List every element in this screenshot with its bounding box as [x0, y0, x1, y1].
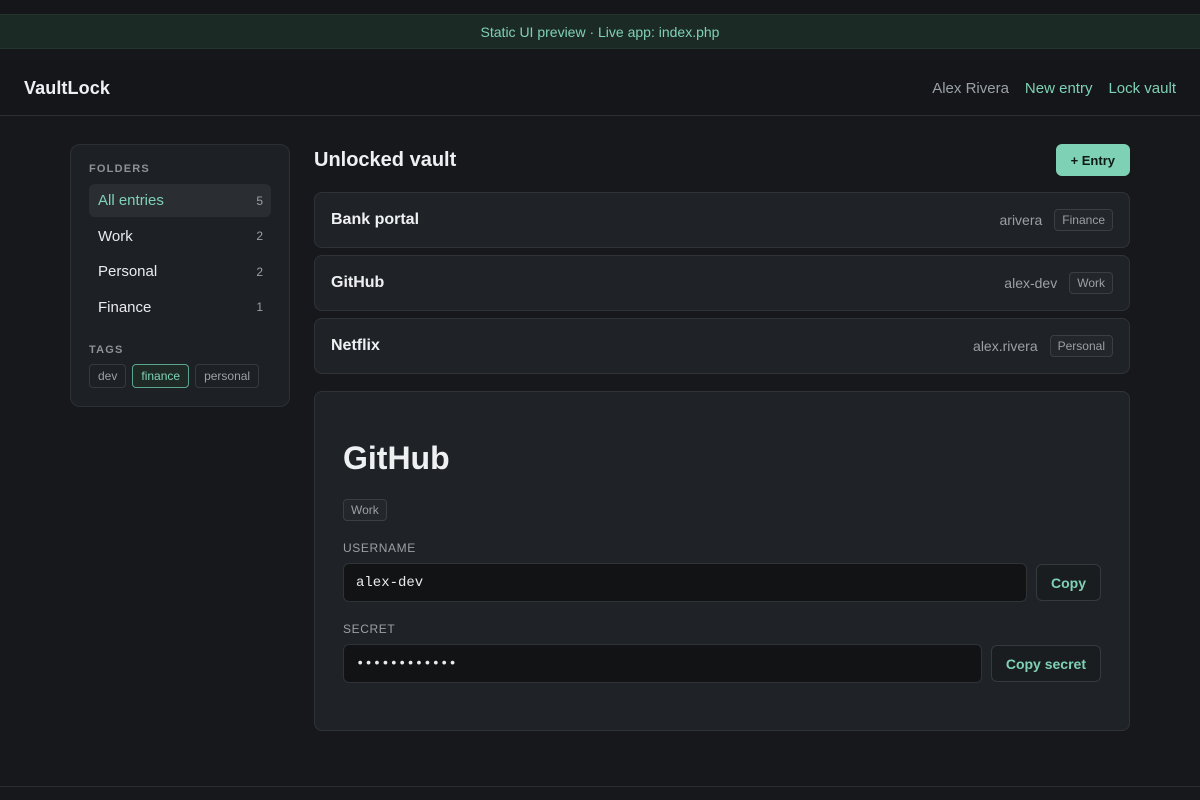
page-title: Unlocked vault — [314, 148, 457, 171]
folder-badge: Finance — [1054, 209, 1113, 231]
detail-title: GitHub — [343, 440, 450, 476]
brand-logo[interactable]: VaultLock — [24, 78, 110, 99]
window-top-strip — [0, 0, 1200, 14]
tag-personal[interactable]: personal — [195, 363, 260, 388]
tag-list: dev finance personal — [89, 363, 271, 388]
entry-username: alex-dev — [1004, 275, 1058, 291]
add-entry-button[interactable]: + Entry — [1055, 144, 1130, 176]
folders-title: FOLDERS — [89, 163, 150, 175]
entry-name: Netflix — [331, 337, 380, 354]
banner-gap — [0, 49, 1200, 61]
entry-username: arivera — [999, 212, 1043, 228]
sidebar: FOLDERS All entries 5 Work 2 Personal 2 … — [70, 144, 290, 407]
sidebar-item-finance[interactable]: Finance 1 — [89, 291, 271, 324]
entry-row-netflix[interactable]: Netflix alex.rivera Personal — [314, 318, 1130, 374]
tag-dev[interactable]: dev — [89, 363, 127, 388]
lock-vault-link[interactable]: Lock vault — [1108, 80, 1176, 97]
secret-field[interactable]: •••••••••••• — [343, 644, 982, 683]
sidebar-item-personal[interactable]: Personal 2 — [89, 255, 271, 288]
folder-label: Personal — [98, 263, 158, 280]
main-header: Unlocked vault + Entry — [314, 144, 1130, 176]
entry-list: Bank portal arivera Finance GitHub alex-… — [314, 192, 1130, 374]
folder-label: All entries — [98, 192, 164, 209]
copy-secret-button[interactable]: Copy secret — [990, 645, 1101, 682]
preview-banner: Static UI preview · Live app: index.php — [0, 14, 1200, 49]
entry-username: alex.rivera — [973, 338, 1038, 354]
app-header: VaultLock Alex Rivera New entry Lock vau… — [0, 61, 1200, 116]
current-user: Alex Rivera — [932, 79, 1009, 97]
username-field[interactable]: alex-dev — [343, 563, 1027, 602]
folder-count: 2 — [256, 264, 263, 279]
folder-badge: Work — [1069, 272, 1113, 294]
copy-username-button[interactable]: Copy — [1036, 564, 1101, 601]
entry-meta: alex.rivera Personal — [973, 335, 1113, 357]
folder-count: 1 — [256, 300, 263, 314]
folder-count: 2 — [256, 229, 263, 243]
secret-label: SECRET — [343, 622, 396, 636]
entry-row-bank-portal[interactable]: Bank portal arivera Finance — [314, 192, 1130, 248]
header-nav: Alex Rivera New entry Lock vault — [932, 80, 1176, 97]
footer-divider — [0, 786, 1200, 787]
folder-label: Finance — [98, 298, 152, 316]
entry-name: GitHub — [331, 274, 385, 291]
entry-name: Bank portal — [331, 211, 420, 228]
tag-finance[interactable]: finance — [132, 363, 190, 388]
entry-meta: alex-dev Work — [1004, 272, 1113, 294]
main-content: Unlocked vault + Entry Bank portal arive… — [314, 144, 1130, 731]
secret-row: •••••••••••• Copy secret — [343, 644, 1101, 683]
entry-detail-panel: GitHub Work USERNAME alex-dev Copy SECRE… — [314, 391, 1130, 731]
folder-list: All entries 5 Work 2 Personal 2 Finance … — [89, 184, 271, 324]
sidebar-item-work[interactable]: Work 2 — [89, 220, 271, 253]
page-layout: FOLDERS All entries 5 Work 2 Personal 2 … — [0, 116, 1200, 786]
folder-label: Work — [98, 227, 133, 245]
folder-badge: Personal — [1049, 335, 1113, 357]
folder-count: 5 — [256, 193, 263, 208]
new-entry-link[interactable]: New entry — [1025, 80, 1093, 97]
username-row: alex-dev Copy — [343, 563, 1101, 602]
username-label: USERNAME — [343, 541, 416, 555]
tags-title: TAGS — [89, 343, 124, 356]
detail-folder-badge: Work — [343, 499, 387, 521]
preview-banner-text: Static UI preview · Live app: index.php — [480, 23, 720, 40]
sidebar-item-all-entries[interactable]: All entries 5 — [89, 184, 271, 217]
entry-row-github[interactable]: GitHub alex-dev Work — [314, 255, 1130, 311]
entry-meta: arivera Finance — [999, 209, 1113, 231]
